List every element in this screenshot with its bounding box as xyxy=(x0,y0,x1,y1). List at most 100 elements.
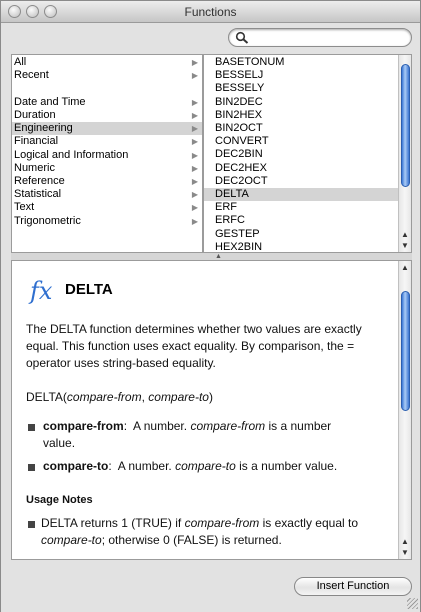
function-list[interactable]: BASETONUM BESSELJ BESSELY BIN2DEC BIN2HEX BIN… xyxy=(203,54,412,253)
category-item[interactable]: Logical and Information ▶ xyxy=(12,149,202,162)
resize-grip-icon[interactable] xyxy=(407,598,418,609)
function-list-scrollbar[interactable]: ▲ ▼ xyxy=(398,55,411,252)
category-label: Financial xyxy=(14,135,59,147)
arg2-colon: : xyxy=(108,459,112,473)
category-label: Text xyxy=(14,201,35,213)
title-bar: Functions xyxy=(1,1,420,23)
category-list[interactable]: All ▶ Recent ▶ Date and Time ▶ Duration ▶ Engine… xyxy=(11,54,203,253)
function-item[interactable]: DEC2BIN xyxy=(204,148,400,161)
splitter-handle-icon: ▲ xyxy=(215,253,222,260)
function-item[interactable]: DEC2OCT xyxy=(204,175,400,188)
category-label: Statistical xyxy=(14,188,62,200)
functions-window: Functions All ▶ Recent ▶ Date and Time ▶ Durat… xyxy=(0,0,421,612)
function-item[interactable]: BIN2DEC xyxy=(204,96,400,109)
arg2-line: compare-to: A number. compare-to is a nu… xyxy=(43,458,337,475)
category-item[interactable]: Recent ▶ xyxy=(12,69,202,82)
function-item[interactable]: DELTA xyxy=(204,188,400,201)
arg1-line-1: compare-from: A number. compare-from is … xyxy=(43,418,331,435)
usage-text-a: DELTA returns 1 (TRUE) if xyxy=(41,516,182,530)
usage-ref-b: compare-to xyxy=(41,533,102,547)
scroll-down-arrow-icon[interactable]: ▼ xyxy=(400,241,410,251)
function-item[interactable]: ERF xyxy=(204,201,400,214)
search-field[interactable] xyxy=(228,28,412,47)
arg1-ref: compare-from xyxy=(190,419,266,433)
arg1-text: A number. xyxy=(133,419,188,433)
submenu-arrow-icon: ▶ xyxy=(191,111,198,120)
function-item[interactable]: ERFC xyxy=(204,214,400,227)
scroll-up-arrow-icon[interactable]: ▲ xyxy=(400,263,410,273)
syntax-arg-1: compare-from xyxy=(66,390,142,404)
category-label: Engineering xyxy=(14,122,73,134)
category-label: Duration xyxy=(14,109,56,121)
submenu-arrow-icon: ▶ xyxy=(191,203,198,212)
scroll-up-arrow-icon[interactable]: ▲ xyxy=(400,230,410,240)
description-line-1: The DELTA function determines whether tw… xyxy=(26,322,362,336)
function-item[interactable]: DEC2HEX xyxy=(204,162,400,175)
function-item[interactable]: BASETONUM xyxy=(204,56,400,69)
insert-function-button[interactable]: Insert Function xyxy=(294,577,412,596)
submenu-arrow-icon: ▶ xyxy=(191,124,198,133)
submenu-arrow-icon: ▶ xyxy=(191,177,198,186)
category-item[interactable]: Duration ▶ xyxy=(12,109,202,122)
syntax-arg-2: compare-to xyxy=(148,390,209,404)
usage-line-2: compare-to; otherwise 0 (FALSE) is retur… xyxy=(41,532,282,549)
function-list-scroll-thumb[interactable] xyxy=(401,64,410,187)
function-title: DELTA xyxy=(65,281,113,298)
bullet-icon xyxy=(28,521,35,528)
arg2-text: A number. xyxy=(117,459,172,473)
category-item[interactable]: Text ▶ xyxy=(12,201,202,214)
category-label: Recent xyxy=(14,69,49,81)
description-line-2: equal. This function uses exact equality… xyxy=(26,339,355,353)
arg1-colon: : xyxy=(123,419,128,433)
bullet-icon xyxy=(28,424,35,431)
category-label: Date and Time xyxy=(14,96,86,108)
function-fx-icon: fx xyxy=(30,277,53,305)
bullet-icon xyxy=(28,464,35,471)
function-item[interactable]: BESSELJ xyxy=(204,69,400,82)
category-item[interactable]: All ▶ xyxy=(12,56,202,69)
scroll-up-arrow-icon[interactable]: ▲ xyxy=(400,537,410,547)
submenu-arrow-icon: ▶ xyxy=(191,217,198,226)
submenu-arrow-icon: ▶ xyxy=(191,164,198,173)
arg1-rest: is a number xyxy=(268,419,332,433)
submenu-arrow-icon: ▶ xyxy=(191,58,198,67)
category-item[interactable]: Trigonometric ▶ xyxy=(12,215,202,228)
scroll-down-arrow-icon[interactable]: ▼ xyxy=(400,548,410,558)
category-label: Trigonometric xyxy=(14,215,81,227)
arg2-rest: is a number value. xyxy=(239,459,338,473)
usage-text-b: is exactly equal to xyxy=(262,516,359,530)
category-item[interactable]: Engineering ▶ xyxy=(12,122,202,135)
category-item[interactable]: Numeric ▶ xyxy=(12,162,202,175)
function-item[interactable]: BIN2OCT xyxy=(204,122,400,135)
usage-line-1: DELTA returns 1 (TRUE) if compare-from i… xyxy=(41,515,358,532)
function-item[interactable]: GESTEP xyxy=(204,228,400,241)
syntax-close-paren: ) xyxy=(208,390,213,404)
arg2-name: compare-to xyxy=(43,459,109,473)
pane-splitter[interactable]: ▲ xyxy=(11,253,412,260)
window-title: Functions xyxy=(184,5,237,19)
category-item[interactable]: Date and Time ▶ xyxy=(12,96,202,109)
category-label: Reference xyxy=(14,175,65,187)
category-item[interactable]: Reference ▶ xyxy=(12,175,202,188)
submenu-arrow-icon: ▶ xyxy=(191,98,198,107)
description-scrollbar[interactable]: ▲ ▲ ▼ xyxy=(398,261,411,559)
submenu-arrow-icon: ▶ xyxy=(191,151,198,160)
search-input[interactable] xyxy=(251,30,401,45)
syntax-line: DELTA(compare-from, compare-to) xyxy=(26,389,213,406)
arg1-name: compare-from xyxy=(43,419,124,433)
syntax-function-name: DELTA xyxy=(26,390,63,404)
category-item[interactable]: Financial ▶ xyxy=(12,135,202,148)
description-scroll-thumb[interactable] xyxy=(401,291,410,411)
category-item[interactable]: Statistical ▶ xyxy=(12,188,202,201)
usage-notes-heading: Usage Notes xyxy=(26,494,93,506)
usage-text-c: ; otherwise 0 (FALSE) is returned. xyxy=(101,533,282,547)
description-line-3: operator uses string-based equality. xyxy=(26,356,216,370)
function-item[interactable]: BIN2HEX xyxy=(204,109,400,122)
category-label: Numeric xyxy=(14,162,55,174)
submenu-arrow-icon: ▶ xyxy=(191,71,198,80)
submenu-arrow-icon: ▶ xyxy=(191,137,198,146)
function-item[interactable]: BESSELY xyxy=(204,82,400,95)
function-item[interactable]: HEX2BIN xyxy=(204,241,400,252)
function-item[interactable]: CONVERT xyxy=(204,135,400,148)
submenu-arrow-icon: ▶ xyxy=(191,190,198,199)
